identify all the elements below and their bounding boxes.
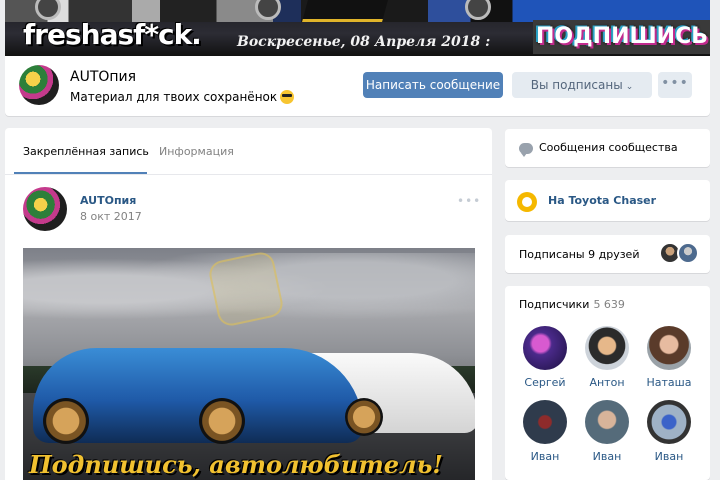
avatar (585, 400, 629, 444)
post-author[interactable]: AUTOпия (80, 194, 136, 207)
link-icon (517, 192, 537, 212)
post-date[interactable]: 8 окт 2017 (80, 210, 142, 223)
friends-subscribed-label: Подписаны 9 друзей (519, 248, 640, 261)
post-image[interactable]: Подпишись, автолюбитель! (23, 248, 475, 480)
post-author-avatar[interactable] (23, 187, 67, 231)
subscribed-button[interactable]: Вы подписаны ⌄ (512, 72, 652, 98)
subscriber-name: Иван (530, 450, 560, 463)
avatar (523, 326, 567, 370)
group-avatar[interactable] (19, 65, 59, 105)
subscriber-name: Иван (592, 450, 622, 463)
subscriber-item[interactable]: Иван (639, 400, 699, 463)
subscribers-header[interactable]: Подписчики 5 639 (519, 298, 625, 311)
page-title: AUTOпия (70, 69, 137, 85)
message-bubble-icon (519, 143, 533, 157)
subscribers-label: Подписчики (519, 298, 590, 311)
group-status: Материал для твоих сохранёнок (70, 90, 295, 104)
community-messages-label: Сообщения сообщества (539, 141, 678, 154)
watermark-logo (206, 249, 286, 329)
avatar (585, 326, 629, 370)
avatar (647, 326, 691, 370)
active-tab-indicator (14, 172, 147, 174)
cover-logo (302, 0, 388, 22)
subscriber-name: Антон (589, 376, 625, 389)
friends-subscribed-block[interactable]: Подписаны 9 друзей (505, 235, 710, 273)
subscribed-label: Вы подписаны (530, 78, 623, 92)
post-more-icon[interactable]: ••• (457, 194, 481, 208)
car-wheel (43, 398, 89, 444)
community-messages-link[interactable]: Сообщения сообщества (505, 129, 710, 167)
cover-date: Воскресенье, 08 Апреля 2018 : (237, 34, 491, 50)
friend-avatar (677, 242, 699, 264)
more-actions-button[interactable]: ••• (658, 72, 692, 98)
chevron-down-icon: ⌄ (625, 82, 634, 92)
pinned-link[interactable]: На Toyota Chaser (505, 180, 710, 221)
wall-tabs: Закреплённая запись Информация (5, 128, 492, 175)
subscriber-item[interactable]: Иван (577, 400, 637, 463)
tab-pinned-post[interactable]: Закреплённая запись (23, 145, 149, 158)
cover-banner: freshasf*ck. Воскресенье, 08 Апреля 2018… (5, 0, 710, 56)
image-caption: Подпишись, автолюбитель! (29, 450, 443, 479)
avatar (523, 400, 567, 444)
pinned-link-label: На Toyota Chaser (548, 194, 657, 207)
write-message-button[interactable]: Написать сообщение (363, 72, 503, 98)
status-text: Материал для твоих сохранёнок (70, 90, 278, 104)
subscribers-count: 5 639 (593, 298, 625, 311)
subscriber-name: Сергей (524, 376, 566, 389)
subscriber-item[interactable]: Наташа (639, 326, 699, 389)
subscriber-item[interactable]: Сергей (515, 326, 575, 389)
subscriber-item[interactable]: Иван (515, 400, 575, 463)
tab-information[interactable]: Информация (159, 145, 234, 158)
wall-feed: Закреплённая запись Информация AUTOпия 8… (5, 128, 492, 480)
sunglasses-icon (280, 90, 295, 104)
subscriber-name: Наташа (646, 376, 692, 389)
cover-subscribe-banner: ПОДПИШИСЬ (533, 20, 710, 54)
avatar (647, 400, 691, 444)
cover-brand: freshasf*ck. (23, 18, 202, 51)
subscriber-item[interactable]: Антон (577, 326, 637, 389)
subscriber-name: Иван (654, 450, 684, 463)
car-wheel (199, 398, 245, 444)
page-header: AUTOпия Материал для твоих сохранёнок На… (5, 56, 710, 116)
car-wheel (345, 398, 383, 436)
subscribers-block: Подписчики 5 639 Сергей Антон Наташа Иван… (505, 286, 710, 480)
